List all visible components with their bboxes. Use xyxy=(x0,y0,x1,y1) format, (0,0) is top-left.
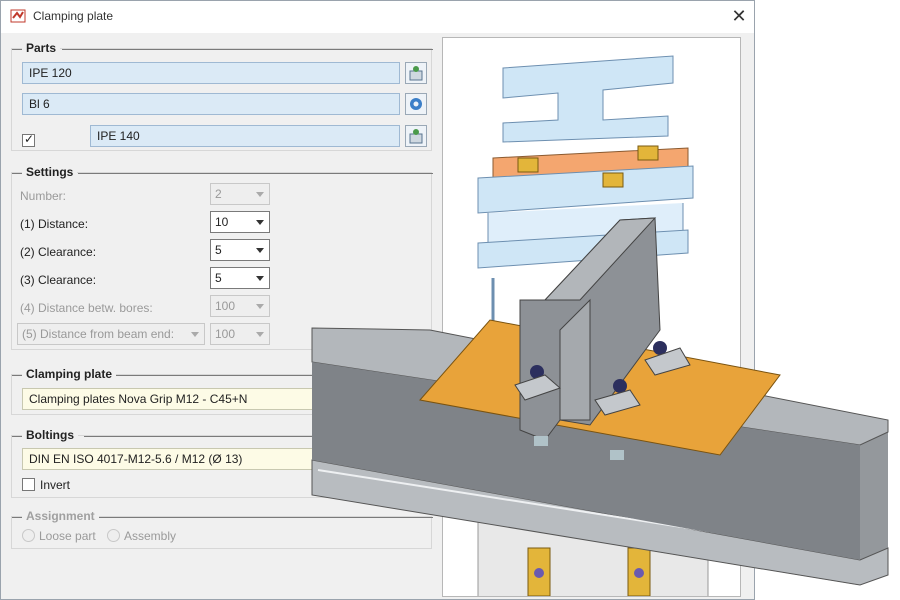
beam-end-distance-combo: 100 xyxy=(210,323,270,345)
boltings-field[interactable]: DIN EN ISO 4017-M12-5.6 / M12 (Ø 13) xyxy=(22,448,418,470)
beam1-pick-button[interactable] xyxy=(405,62,427,84)
assignment-title: Assignment xyxy=(22,509,99,523)
beam1-field[interactable]: IPE 120 xyxy=(22,62,400,84)
settings-title: Settings xyxy=(22,165,78,179)
assembly-radio xyxy=(107,529,120,542)
invert-checkbox[interactable] xyxy=(22,478,35,491)
chevron-down-icon xyxy=(256,276,264,281)
clamping-plate-title: Clamping plate xyxy=(22,367,117,381)
invert-label: Invert xyxy=(40,478,71,492)
beam-end-mode-combo: (5) Distance from beam end: xyxy=(17,323,205,345)
chevron-down-icon xyxy=(191,332,199,337)
assignment-group: Assignment Loose part Assembly xyxy=(11,509,433,549)
beam2-pick-button[interactable] xyxy=(405,125,427,147)
boltings-title: Boltings xyxy=(22,428,78,442)
plate-pick-button[interactable] xyxy=(405,93,427,115)
plate-field[interactable]: Bl 6 xyxy=(22,93,400,115)
chevron-down-icon xyxy=(256,332,264,337)
connection-preview-image xyxy=(477,55,709,599)
clearance3-label: (3) Clearance: xyxy=(20,273,97,287)
boltings-group: Boltings DIN EN ISO 4017-M12-5.6 / M12 (… xyxy=(11,428,433,498)
bore-distance-label: (4) Distance betw. bores: xyxy=(20,301,153,315)
chevron-down-icon xyxy=(256,220,264,225)
number-combo: 2 xyxy=(210,183,270,205)
bore-distance-combo: 100 xyxy=(210,295,270,317)
settings-group: Settings Number: 2 (1) Distance: 10 (2) … xyxy=(11,165,433,350)
loose-part-label: Loose part xyxy=(39,529,96,543)
clearance2-combo[interactable]: 5 xyxy=(210,239,270,261)
close-button[interactable]: ✕ xyxy=(729,5,749,27)
chevron-down-icon xyxy=(256,304,264,309)
window-title: Clamping plate xyxy=(33,9,114,23)
app-icon xyxy=(10,9,26,23)
chevron-down-icon xyxy=(256,248,264,253)
beam2-checkbox[interactable]: ✓ xyxy=(22,132,35,147)
assembly-label: Assembly xyxy=(124,529,177,543)
clamping-plate-group: Clamping plate Clamping plates Nova Grip… xyxy=(11,367,433,415)
loose-part-radio xyxy=(22,529,35,542)
preview-panel xyxy=(442,37,741,599)
chevron-down-icon xyxy=(256,192,264,197)
checkmark-icon: ✓ xyxy=(24,132,35,146)
distance-combo[interactable]: 10 xyxy=(210,211,270,233)
clearance2-label: (2) Clearance: xyxy=(20,245,97,259)
pick-beam-icon xyxy=(409,66,423,81)
title-bar: Clamping plate ✕ xyxy=(1,1,754,33)
parts-group: Parts IPE 120 Bl 6 ✓ IPE 140 xyxy=(11,41,433,151)
parts-title: Parts xyxy=(22,41,61,55)
distance-label: (1) Distance: xyxy=(20,217,89,231)
clamping-plate-field[interactable]: Clamping plates Nova Grip M12 - C45+N xyxy=(22,388,418,410)
clearance3-combo[interactable]: 5 xyxy=(210,267,270,289)
pick-beam-icon xyxy=(409,129,423,144)
number-label: Number: xyxy=(20,189,67,203)
clamping-plate-dialog: Clamping plate ✕ Parts IPE 120 Bl 6 ✓ IP… xyxy=(0,0,755,600)
gear-icon xyxy=(410,98,422,110)
beam2-field[interactable]: IPE 140 xyxy=(90,125,400,147)
